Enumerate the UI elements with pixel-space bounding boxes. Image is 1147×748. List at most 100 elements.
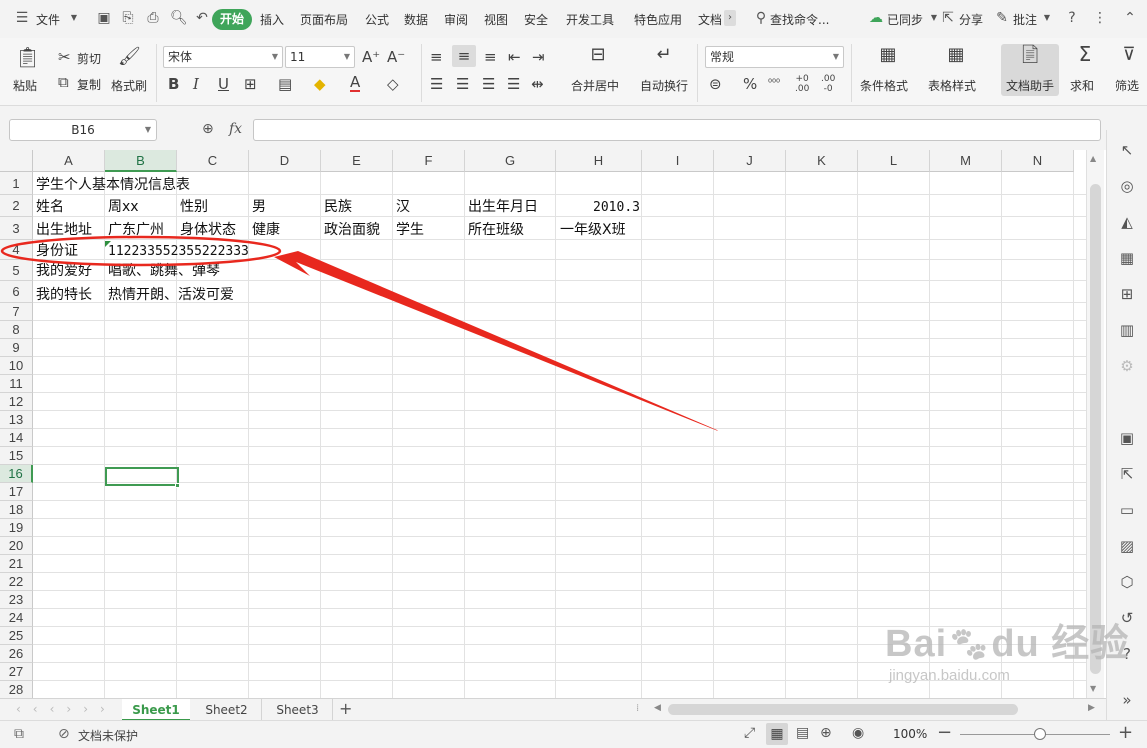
tab-data[interactable]: 数据 bbox=[404, 11, 428, 28]
tab-special[interactable]: 特色应用 bbox=[634, 11, 682, 28]
indent-decrease-icon[interactable]: ⇤ bbox=[508, 48, 521, 66]
percent-icon[interactable]: % bbox=[743, 75, 757, 93]
splitter-icon[interactable]: ⁞ bbox=[636, 703, 639, 714]
macro-icon[interactable]: ⧉ bbox=[14, 726, 24, 742]
paste-button[interactable]: 粘贴 bbox=[13, 77, 37, 94]
tab-sheet2[interactable]: Sheet2 bbox=[192, 699, 262, 721]
tab-insert[interactable]: 插入 bbox=[260, 11, 284, 28]
tab-sheet1[interactable]: Sheet1 bbox=[122, 699, 190, 721]
tray-icon[interactable]: ▭ bbox=[1117, 500, 1137, 520]
zoom-slider-knob[interactable] bbox=[1034, 728, 1046, 740]
normal-view-icon[interactable]: ▦ bbox=[766, 723, 788, 745]
table-style-icon[interactable]: ▦ bbox=[944, 46, 968, 64]
save-icon[interactable]: ▣ bbox=[96, 10, 112, 26]
print-preview-icon[interactable]: 🔍︎ bbox=[170, 10, 188, 26]
conditional-format-button[interactable]: 条件格式 bbox=[860, 77, 908, 94]
picture-icon[interactable]: ▣ bbox=[1117, 428, 1137, 448]
scroll-right-icon[interactable]: ▶ bbox=[1088, 703, 1095, 713]
doc-assistant-button[interactable]: 文档助手 bbox=[1006, 77, 1054, 94]
cursor-icon[interactable]: ↖ bbox=[1117, 140, 1137, 160]
tab-document[interactable]: 文档 bbox=[698, 11, 722, 28]
fill-style-icon[interactable]: ▤ bbox=[278, 75, 292, 93]
clear-icon[interactable]: ◇ bbox=[387, 75, 399, 93]
filter-icon[interactable]: ⊽ bbox=[1118, 46, 1140, 64]
horizontal-scroll-thumb[interactable] bbox=[668, 704, 1018, 715]
export-icon[interactable]: ⇱ bbox=[1117, 464, 1137, 484]
sum-button[interactable]: 求和 bbox=[1070, 77, 1094, 94]
filter-button[interactable]: 筛选 bbox=[1115, 77, 1139, 94]
table-style-button[interactable]: 表格样式 bbox=[928, 77, 976, 94]
merge-center-icon[interactable]: ⊟ bbox=[586, 46, 610, 64]
decrease-decimal-icon[interactable]: .00 -0 bbox=[821, 74, 835, 94]
underline-icon[interactable]: U bbox=[218, 75, 229, 93]
apps-icon[interactable]: ⊞ bbox=[1117, 284, 1137, 304]
conditional-format-icon[interactable]: ▦ bbox=[876, 46, 900, 64]
wrap-text-icon[interactable]: ↵ bbox=[652, 46, 676, 64]
indent-increase-icon[interactable]: ⇥ bbox=[532, 48, 545, 66]
align-bottom-icon[interactable]: ≡ bbox=[484, 48, 497, 66]
fx-icon[interactable]: fx bbox=[229, 121, 242, 137]
currency-icon[interactable]: ⊜ bbox=[709, 75, 722, 93]
comment-button[interactable]: 批注 bbox=[1013, 11, 1037, 28]
shapes-icon[interactable]: ◎ bbox=[1117, 176, 1137, 196]
hamburger-icon[interactable]: ☰ bbox=[14, 10, 30, 26]
page-break-icon[interactable]: ▤ bbox=[796, 725, 809, 741]
align-center-icon[interactable]: ☰ bbox=[456, 75, 469, 93]
increase-decimal-icon[interactable]: +0.00 bbox=[795, 74, 809, 94]
eye-protection-icon[interactable]: ◉ bbox=[852, 725, 864, 741]
thousands-icon[interactable]: ⁰⁰⁰ bbox=[768, 75, 780, 93]
font-color-icon[interactable]: A bbox=[350, 75, 361, 92]
sum-icon[interactable]: Σ bbox=[1074, 44, 1096, 64]
bold-icon[interactable]: B bbox=[168, 75, 179, 93]
format-painter-icon[interactable]: 🖌︎ bbox=[118, 48, 141, 66]
shield-icon[interactable]: ⬡ bbox=[1117, 572, 1137, 592]
export-icon[interactable]: ⎘ bbox=[120, 10, 136, 26]
more-icon[interactable]: ⋮ bbox=[1092, 10, 1108, 26]
tab-home[interactable]: 开始 bbox=[212, 9, 252, 30]
cut-button[interactable]: 剪切 bbox=[77, 50, 101, 67]
border-icon[interactable]: ⊞ bbox=[244, 75, 257, 93]
increase-font-icon[interactable]: A⁺ bbox=[362, 48, 380, 66]
wrap-text-button[interactable]: 自动换行 bbox=[640, 77, 688, 94]
scroll-left-icon[interactable]: ◀ bbox=[654, 703, 661, 713]
distribute-icon[interactable]: ⇹ bbox=[531, 75, 544, 93]
chevron-down-icon[interactable]: ▼ bbox=[66, 10, 82, 26]
style-icon[interactable]: ◭ bbox=[1117, 212, 1137, 232]
tab-security[interactable]: 安全 bbox=[524, 11, 548, 28]
tab-developer[interactable]: 开发工具 bbox=[566, 11, 614, 28]
spreadsheet-grid[interactable]: ABCDEFGHIJKLMN 1 2 3 4 5 6 7 8 9 10 11 12 13 14 15 16 17… bbox=[0, 150, 1086, 698]
decrease-font-icon[interactable]: A⁻ bbox=[387, 48, 405, 66]
copy-button[interactable]: 复制 bbox=[77, 76, 101, 93]
menu-file[interactable]: 文件 bbox=[36, 11, 60, 28]
zoom-in-icon[interactable]: + bbox=[1118, 722, 1133, 743]
tab-formula[interactable]: 公式 bbox=[365, 11, 389, 28]
table-icon[interactable]: ▦ bbox=[1117, 248, 1137, 268]
justify-icon[interactable]: ☰ bbox=[507, 75, 520, 93]
vertical-scrollbar[interactable]: ▲ ▼ bbox=[1086, 150, 1104, 698]
italic-icon[interactable]: I bbox=[193, 75, 199, 93]
fill-color-icon[interactable]: ◆ bbox=[314, 75, 326, 93]
page-layout-icon[interactable]: ⊕ bbox=[820, 725, 832, 741]
protection-status[interactable]: 文档未保护 bbox=[78, 727, 138, 744]
formula-input[interactable] bbox=[253, 119, 1101, 141]
zoom-level[interactable]: 100% bbox=[893, 727, 927, 741]
add-sheet-icon[interactable]: + bbox=[339, 699, 352, 718]
align-top-icon[interactable]: ≡ bbox=[430, 48, 443, 66]
chevron-right-icon[interactable]: » bbox=[1117, 690, 1137, 710]
collapse-ribbon-icon[interactable]: ⌃ bbox=[1122, 10, 1138, 26]
format-painter-button[interactable]: 格式刷 bbox=[111, 77, 147, 94]
chevron-right-icon[interactable]: › bbox=[724, 10, 736, 26]
settings-icon[interactable]: ⚙ bbox=[1117, 356, 1137, 376]
fit-icon[interactable]: ⤢ bbox=[744, 725, 755, 741]
align-right-icon[interactable]: ☰ bbox=[482, 75, 495, 93]
share-button[interactable]: 分享 bbox=[959, 11, 983, 28]
help-icon[interactable]: ? bbox=[1064, 10, 1080, 26]
tab-view[interactable]: 视图 bbox=[484, 11, 508, 28]
tab-sheet3[interactable]: Sheet3 bbox=[263, 699, 333, 721]
command-search[interactable]: 查找命令... bbox=[770, 11, 829, 28]
doc-assistant-icon[interactable]: 📄︎ bbox=[1018, 46, 1042, 64]
name-box[interactable]: B16 ▼ bbox=[9, 119, 157, 141]
align-middle-icon[interactable]: ≡ bbox=[452, 45, 476, 67]
print-icon[interactable]: ⎙ bbox=[145, 10, 161, 26]
undo-icon[interactable]: ↶ bbox=[194, 10, 210, 26]
